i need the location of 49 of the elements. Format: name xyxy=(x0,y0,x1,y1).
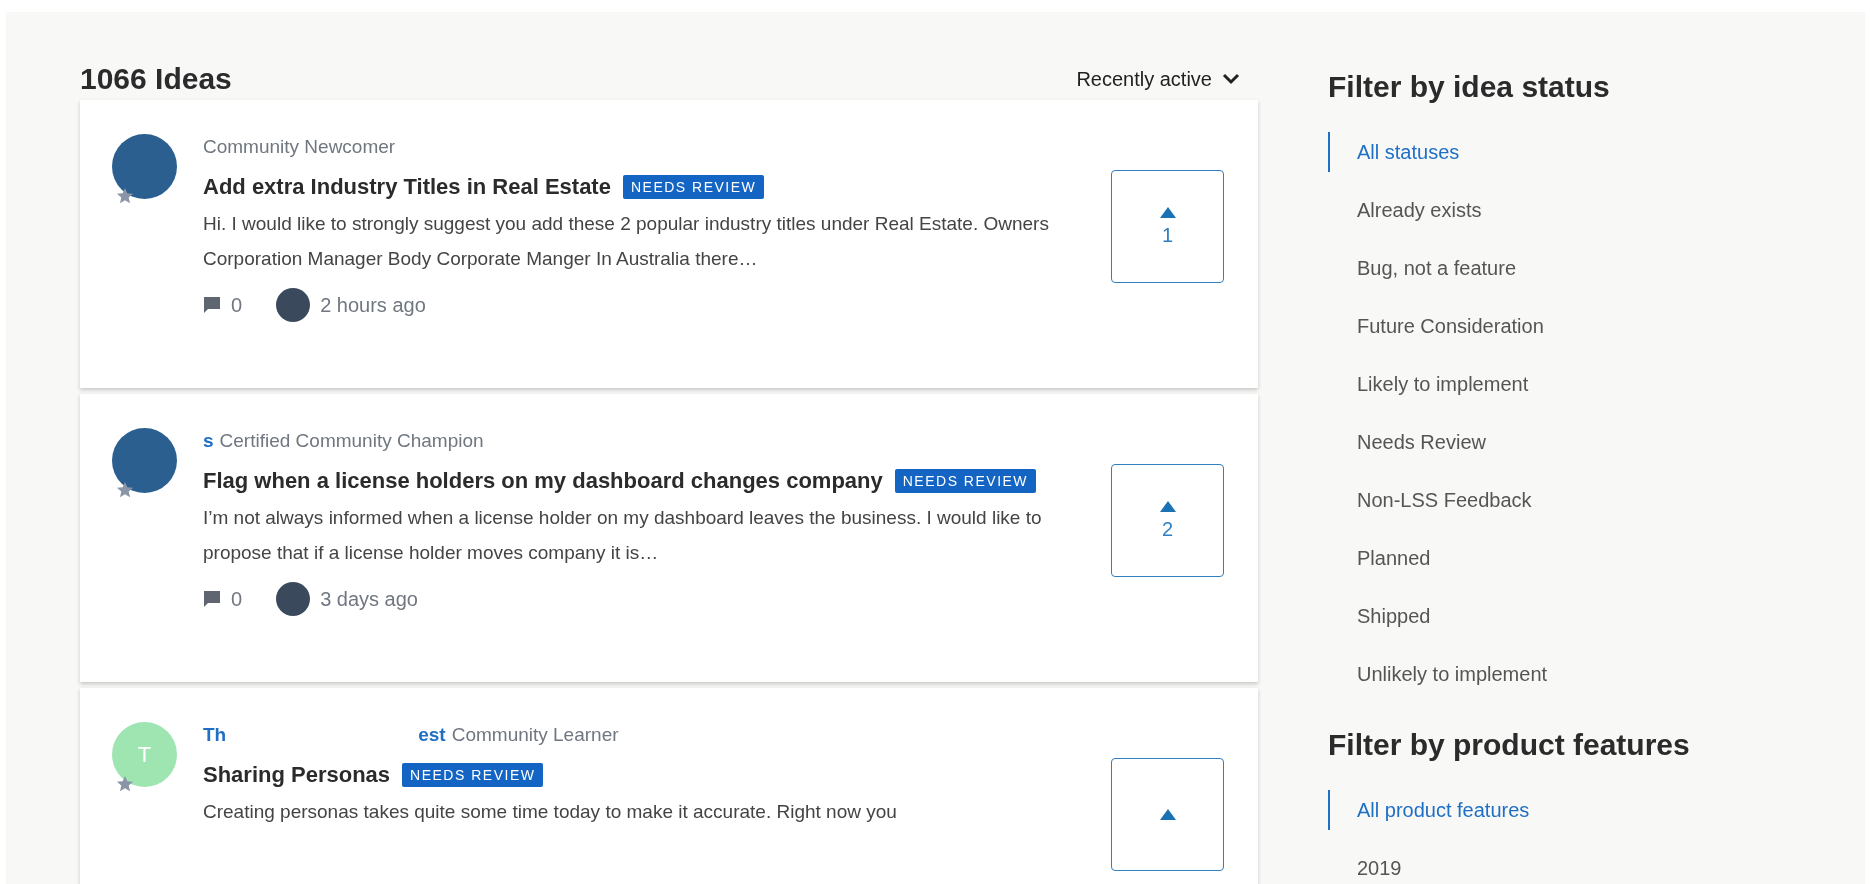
ideas-count-heading: 1066 Ideas xyxy=(80,62,232,96)
filter-item[interactable]: Planned xyxy=(1328,538,1798,578)
filter-heading: Filter by product features xyxy=(1328,727,1691,763)
sort-dropdown[interactable]: Recently active xyxy=(1076,67,1258,91)
vote-button[interactable]: 2 xyxy=(1111,464,1224,577)
author-name[interactable]: Th xyxy=(203,724,227,746)
time-ago: 2 hours ago xyxy=(320,293,426,317)
user-avatar[interactable] xyxy=(276,582,311,616)
up-triangle-icon xyxy=(1159,206,1176,218)
filter-item[interactable]: Shipped xyxy=(1328,596,1798,636)
filter-item[interactable]: Already exists xyxy=(1328,190,1798,230)
status-label: NEEDS REVIEW xyxy=(402,763,544,787)
filter-item[interactable]: Bug, not a feature xyxy=(1328,248,1798,288)
author-rank: Community Learner xyxy=(451,724,619,746)
filter-item[interactable]: Needs Review xyxy=(1328,422,1798,462)
filter-item[interactable]: 2019 xyxy=(1328,848,1798,884)
user-avatar[interactable] xyxy=(276,288,311,322)
star-icon xyxy=(116,481,134,499)
up-triangle-icon xyxy=(1159,809,1176,820)
filter-item[interactable]: Likely to implement xyxy=(1328,364,1798,404)
filter-item[interactable]: Future Consideration xyxy=(1328,306,1798,346)
chevron-down-icon xyxy=(1222,73,1240,85)
idea-title[interactable]: Flag when a license holders on my dashboard changes company xyxy=(203,468,883,494)
author-name[interactable]: est xyxy=(418,724,446,746)
author-rank: Certified Community Champion xyxy=(219,430,484,452)
filter-heading: Filter by idea status xyxy=(1328,69,1611,105)
time-ago: 3 days ago xyxy=(320,587,418,611)
author-rank: Community Newcomer xyxy=(203,136,396,158)
filter-item[interactable]: All product features xyxy=(1328,790,1798,830)
star-icon xyxy=(116,187,134,205)
status-label: NEEDS REVIEW xyxy=(894,469,1037,493)
status-label: NEEDS REVIEW xyxy=(622,175,765,199)
filter-item[interactable]: All statuses xyxy=(1328,132,1798,172)
idea-excerpt: Hi. I would like to strongly suggest you add these 2 popular industry titles under Real Estate. Owners Corporation Manager Body Corporate Manger In Australia there… xyxy=(203,212,1050,271)
idea-excerpt: Creating personas takes quite some time today to make it accurate. Right now you xyxy=(203,800,898,824)
up-triangle-icon xyxy=(1159,500,1176,512)
comment-icon xyxy=(203,296,221,314)
comment-count: 0 xyxy=(231,587,243,611)
vote-button[interactable] xyxy=(1111,758,1224,871)
filter-item[interactable]: Non-LSS Feedback xyxy=(1328,480,1798,520)
comment-icon xyxy=(203,590,221,608)
author-name[interactable]: s xyxy=(203,430,214,452)
star-icon xyxy=(116,775,134,793)
idea-title[interactable]: Sharing Personas xyxy=(203,762,391,788)
filter-item[interactable]: Unlikely to implement xyxy=(1328,654,1798,694)
comment-count: 0 xyxy=(231,293,243,317)
idea-title[interactable]: Add extra Industry Titles in Real Estate xyxy=(203,174,611,200)
idea-excerpt: I’m not always informed when a license holder on my dashboard leaves the business. I would like to propose that if a license holder moves company it is… xyxy=(203,506,1043,565)
vote-button[interactable]: 1 xyxy=(1111,170,1224,283)
